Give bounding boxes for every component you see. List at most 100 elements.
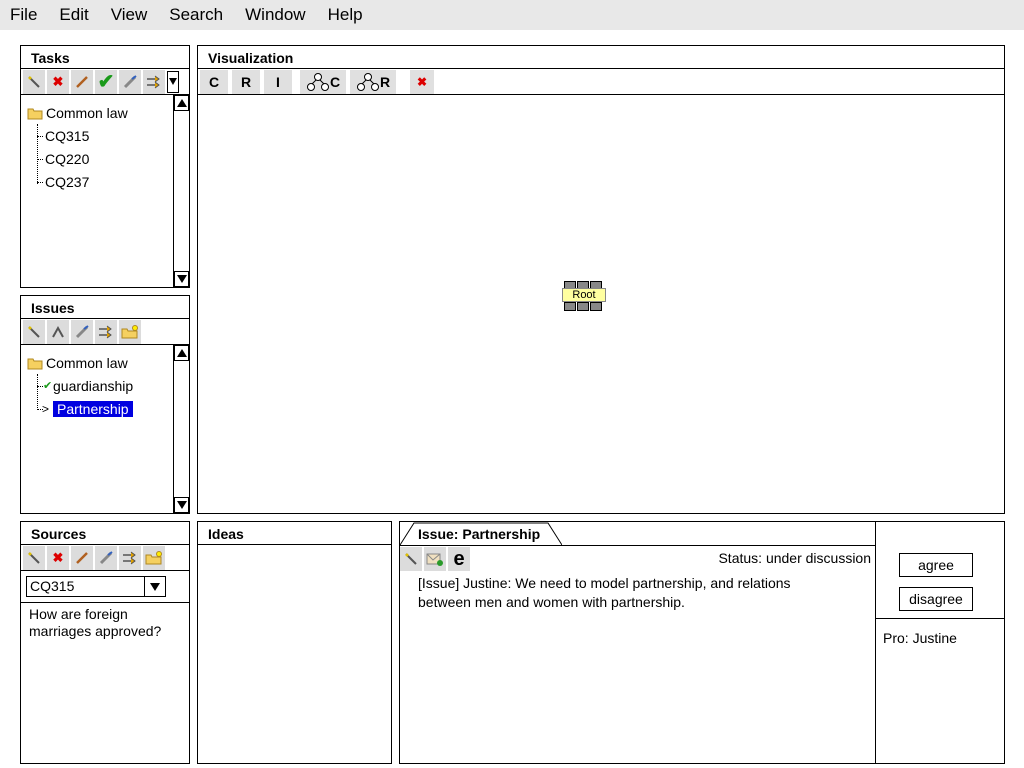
scroll-down-icon[interactable] xyxy=(174,271,189,287)
brush-icon[interactable] xyxy=(95,545,117,570)
pencil-icon[interactable] xyxy=(71,69,93,94)
folder-icon xyxy=(27,358,43,369)
merge-icon[interactable] xyxy=(47,319,69,344)
chevron-down-icon[interactable] xyxy=(144,577,165,596)
check-icon: ✔ xyxy=(43,380,53,392)
sources-toolbar: ✖ xyxy=(21,545,189,571)
issue-tab[interactable]: Issue: Partnership xyxy=(400,522,562,546)
tree-root[interactable]: Common law xyxy=(27,101,128,124)
tasks-tree: Common law CQ315 CQ220 CQ237 xyxy=(27,101,128,193)
menu-view[interactable]: View xyxy=(100,0,159,30)
menu-window[interactable]: Window xyxy=(234,0,316,30)
issue-side-top xyxy=(875,522,1005,545)
sources-divider xyxy=(21,602,189,603)
node-bottom-handles xyxy=(564,302,602,311)
issue-side-divider xyxy=(875,545,876,763)
tasks-panel: Tasks ✖ ✔ Common law CQ315 CQ220 CQ237 xyxy=(20,45,190,288)
tree-item[interactable]: CQ237 xyxy=(27,170,128,193)
menu-search[interactable]: Search xyxy=(158,0,234,30)
brush-icon[interactable] xyxy=(71,319,93,344)
menu-edit[interactable]: Edit xyxy=(48,0,99,30)
tree-item[interactable]: ✔ guardianship xyxy=(27,374,133,397)
issues-title: Issues xyxy=(21,296,189,319)
wand-icon[interactable] xyxy=(23,545,45,570)
tasks-tree-area: Common law CQ315 CQ220 CQ237 xyxy=(21,95,189,287)
issues-scrollbar[interactable] xyxy=(173,345,189,513)
tree-r-label: R xyxy=(379,73,391,90)
wand-icon[interactable] xyxy=(23,319,45,344)
tree-item-label-selected: Partnership xyxy=(53,400,133,417)
tree-root-label: Common law xyxy=(46,354,128,371)
source-select-value: CQ315 xyxy=(30,578,75,594)
tree-r-icon xyxy=(356,72,379,91)
visualization-title: Visualization xyxy=(198,46,1004,69)
check-icon[interactable]: ✔ xyxy=(95,69,117,94)
tree-item-label: CQ315 xyxy=(45,127,90,144)
ideas-title: Ideas xyxy=(198,522,391,545)
scroll-up-icon[interactable] xyxy=(174,345,189,361)
menu-file[interactable]: File xyxy=(0,0,48,30)
e-icon[interactable]: e xyxy=(448,547,470,571)
tree-c-label: C xyxy=(329,73,341,90)
delete-icon[interactable]: ✖ xyxy=(47,69,69,94)
scroll-down-icon[interactable] xyxy=(174,497,189,513)
tree-item-label: guardianship xyxy=(53,377,134,394)
visualization-panel: Visualization C R I C R ✖ Root xyxy=(197,45,1005,514)
agree-button[interactable]: agree xyxy=(899,553,973,577)
tree-c-button[interactable]: C xyxy=(300,69,346,94)
tree-item-label: CQ220 xyxy=(45,150,90,167)
issues-tree-area: Common law ✔ guardianship > Partnership xyxy=(21,345,189,513)
pencil-icon[interactable] xyxy=(71,545,93,570)
delete-icon[interactable]: ✖ xyxy=(47,545,69,570)
tasks-title: Tasks xyxy=(21,46,189,69)
tree-item-label: CQ237 xyxy=(45,173,90,190)
brush-icon[interactable] xyxy=(119,69,141,94)
tree-item[interactable]: CQ220 xyxy=(27,147,128,170)
folder-star-icon[interactable] xyxy=(119,319,141,344)
issues-panel: Issues Common law ✔ guardianship > Partn… xyxy=(20,295,190,514)
folder-icon xyxy=(27,108,43,119)
tree-root[interactable]: Common law xyxy=(27,351,133,374)
toolbar-dropdown-icon[interactable] xyxy=(167,70,179,93)
tree-root-label: Common law xyxy=(46,104,128,121)
email-icon[interactable] xyxy=(424,547,446,571)
menu-help[interactable]: Help xyxy=(317,0,374,30)
wand-icon[interactable] xyxy=(400,547,422,571)
menu-bar: File Edit View Search Window Help xyxy=(0,0,1024,30)
arrows-icon[interactable] xyxy=(95,319,117,344)
tasks-scrollbar[interactable] xyxy=(173,95,189,287)
tree-item[interactable]: > Partnership xyxy=(27,397,133,420)
tree-item[interactable]: CQ315 xyxy=(27,124,128,147)
folder-star-icon[interactable] xyxy=(143,545,165,570)
delete-icon[interactable]: ✖ xyxy=(410,69,434,94)
root-node-label: Root xyxy=(562,288,606,302)
issues-toolbar xyxy=(21,319,189,345)
issue-detail-panel: Issue: Partnership e Status: under discu… xyxy=(399,521,1005,764)
source-select[interactable]: CQ315 xyxy=(26,576,166,597)
issues-tree: Common law ✔ guardianship > Partnership xyxy=(27,351,133,420)
r-button[interactable]: R xyxy=(232,69,260,94)
tree-r-button[interactable]: R xyxy=(350,69,396,94)
expand-icon[interactable] xyxy=(577,302,589,311)
tasks-toolbar: ✖ ✔ xyxy=(21,69,189,95)
root-node[interactable]: Root xyxy=(562,281,606,311)
ideas-panel: Ideas xyxy=(197,521,392,764)
expand-icon[interactable] xyxy=(590,302,602,311)
pro-text: Pro: Justine xyxy=(883,630,957,646)
disagree-button[interactable]: disagree xyxy=(899,587,973,611)
issue-toolbar: e Status: under discussion xyxy=(400,546,875,572)
arrows-icon[interactable] xyxy=(119,545,141,570)
wand-icon[interactable] xyxy=(23,69,45,94)
arrows-icon[interactable] xyxy=(143,69,165,94)
scroll-up-icon[interactable] xyxy=(174,95,189,111)
pro-divider xyxy=(875,618,1004,619)
i-button[interactable]: I xyxy=(264,69,292,94)
sources-panel: Sources ✖ CQ315 How are foreign marriage… xyxy=(20,521,190,764)
issue-text: [Issue] Justine: We need to model partne… xyxy=(418,575,791,610)
expand-icon[interactable] xyxy=(564,302,576,311)
c-button[interactable]: C xyxy=(200,69,228,94)
visualization-toolbar: C R I C R ✖ xyxy=(198,69,1004,95)
arrow-icon: > xyxy=(42,401,50,416)
tree-c-icon xyxy=(306,72,329,91)
issue-status: Status: under discussion xyxy=(718,550,871,566)
